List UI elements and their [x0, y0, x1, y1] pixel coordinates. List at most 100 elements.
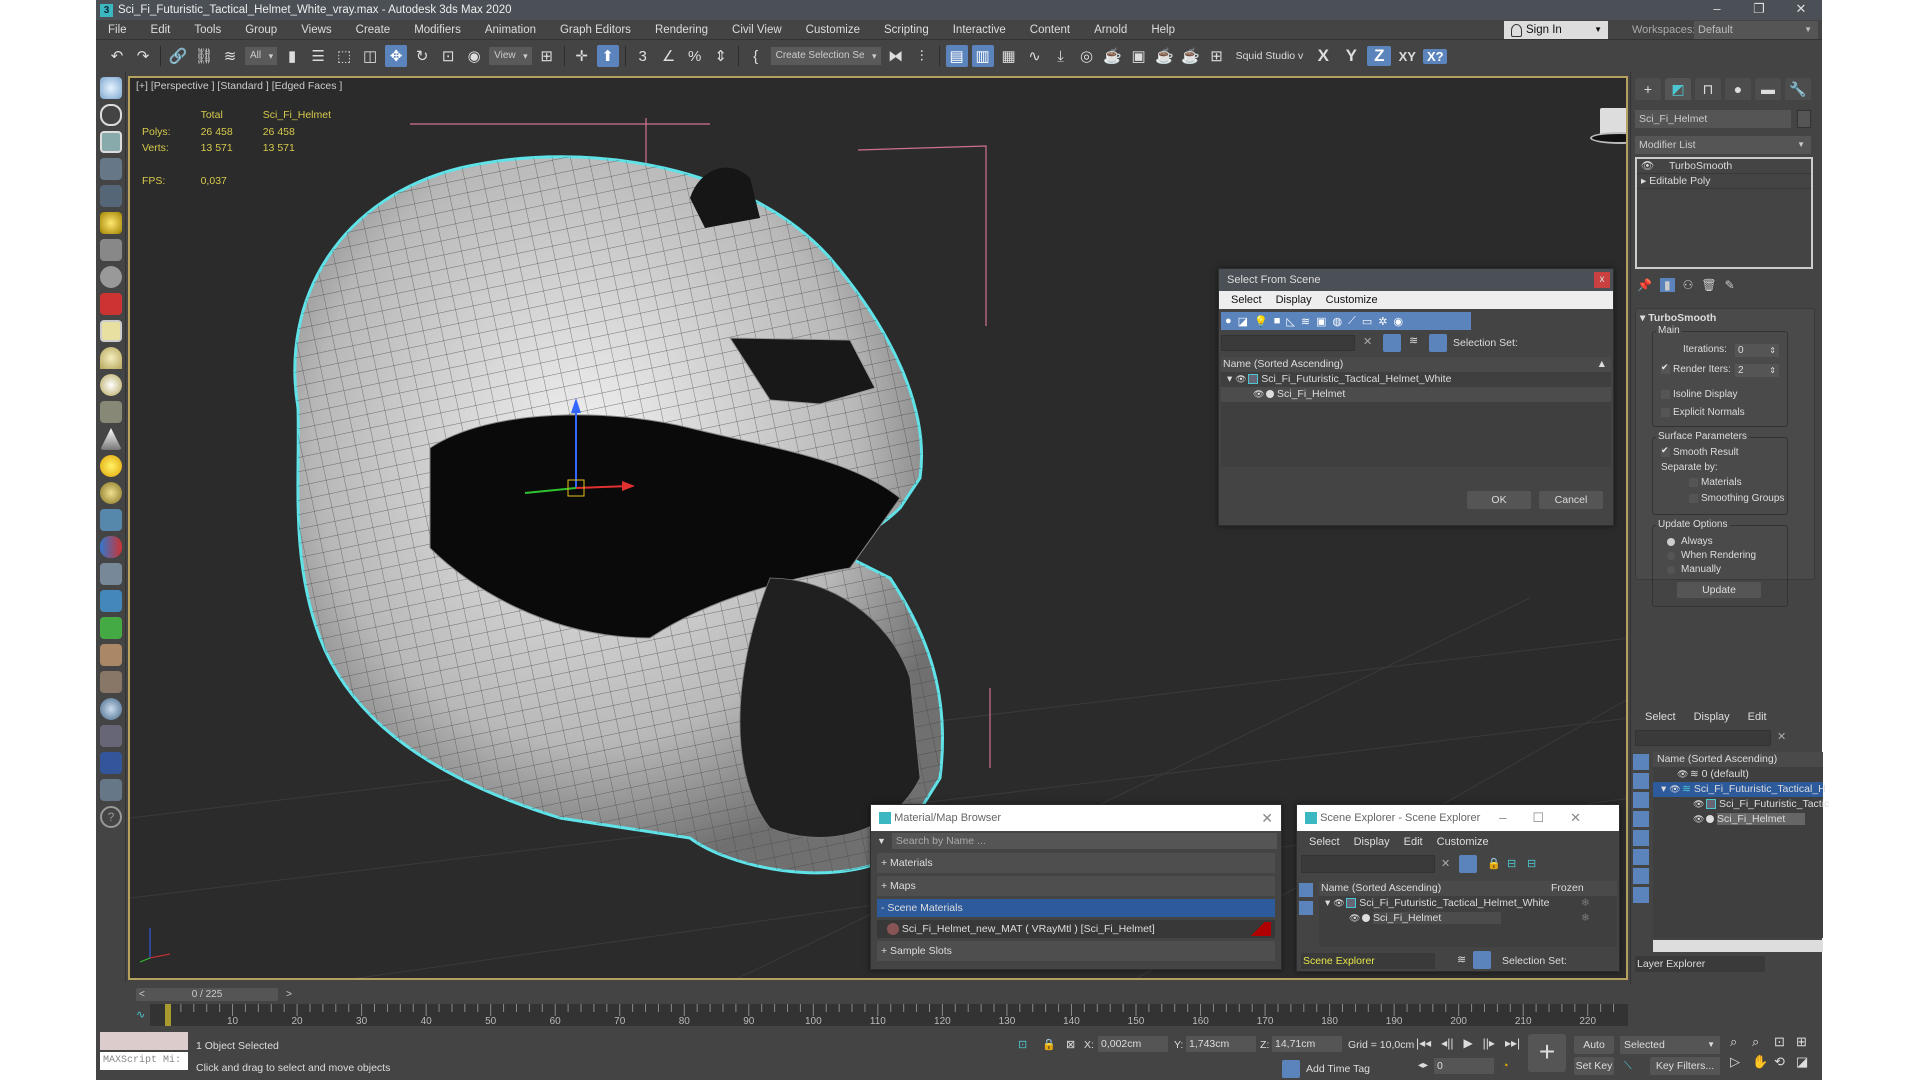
toggle-ribbon-icon[interactable]: ▦	[998, 45, 1020, 67]
select-by-name-icon[interactable]: ☰	[307, 45, 329, 67]
layer-explorer-toggle-icon[interactable]: ▥	[971, 45, 994, 67]
modifier-editable-poly[interactable]: ▸ Editable Poly	[1637, 174, 1811, 189]
hair-farm-icon[interactable]	[100, 644, 122, 666]
edit-named-selection-icon[interactable]: {	[745, 45, 767, 67]
field-of-view-icon[interactable]: ▷	[1730, 1054, 1750, 1070]
close-icon[interactable]: ✕	[1261, 805, 1273, 831]
filter-icon[interactable]	[1383, 334, 1401, 352]
bind-space-warp-icon[interactable]: ≋	[219, 45, 241, 67]
time-slider[interactable]: < 0 / 225 >	[136, 988, 292, 1001]
clear-search-icon[interactable]: ✕	[1777, 730, 1786, 743]
layer-row-object[interactable]: 👁 Sci_Fi_Helmet	[1653, 812, 1823, 827]
rendered-frame-window-icon[interactable]: ▣	[1128, 45, 1150, 67]
render-production-icon[interactable]: ☕	[1154, 45, 1176, 67]
menu-views[interactable]: Views	[289, 20, 343, 40]
angle-snap-icon[interactable]: ∠	[658, 45, 680, 67]
viewcube[interactable]	[1590, 108, 1626, 148]
layer-menu-edit[interactable]: Edit	[1748, 708, 1767, 726]
absolute-mode-icon[interactable]: ⊠	[1066, 1038, 1075, 1051]
zoom-extents-icon[interactable]: ⊡	[1774, 1034, 1794, 1050]
ornatrix-icon[interactable]	[100, 671, 122, 693]
ies-light-icon[interactable]	[100, 428, 122, 450]
menu-animation[interactable]: Animation	[473, 20, 548, 40]
track-bar[interactable]: 0102030405060708090100110120130140150160…	[150, 1004, 1628, 1026]
menu-select[interactable]: Select	[1309, 833, 1340, 851]
x-coordinate-field[interactable]: 0,002cm	[1098, 1036, 1168, 1052]
spacewarps-filter-icon[interactable]: ≋	[1301, 315, 1310, 328]
filter-geometry-icon[interactable]	[1633, 754, 1649, 770]
hierarchy-tab-icon[interactable]: ⊓	[1695, 78, 1721, 100]
render-activeshade-icon[interactable]: ☕	[1180, 45, 1202, 67]
go-to-end-icon[interactable]: ▸▸|	[1505, 1036, 1520, 1050]
materials-checkbox[interactable]	[1689, 478, 1698, 487]
viewcube-compass[interactable]	[1590, 132, 1626, 144]
link-icon[interactable]: 🔗	[167, 45, 189, 67]
scene-material-item[interactable]: Sci_Fi_Helmet_new_MAT ( VRayMtl ) [Sci_F…	[877, 920, 1275, 938]
filter-spacewarps-icon[interactable]	[1633, 849, 1649, 865]
menu-customize[interactable]: Customize	[1326, 291, 1378, 309]
select-and-rotate-icon[interactable]: ↻	[411, 45, 433, 67]
fur-icon[interactable]	[100, 590, 122, 612]
filter-xrefs-icon[interactable]	[1633, 887, 1649, 903]
menu-select[interactable]: Select	[1231, 291, 1262, 309]
redo-icon[interactable]: ↷	[132, 45, 154, 67]
collapse-all-icon[interactable]: ⊟	[1527, 857, 1536, 870]
explicit-normals-checkbox[interactable]	[1661, 408, 1670, 417]
set-keys-icon[interactable]: +	[1528, 1034, 1566, 1072]
axis-x-help-button[interactable]: X?	[1423, 48, 1448, 64]
select-object-icon[interactable]: ▮	[281, 45, 303, 67]
render-iters-checkbox[interactable]	[1661, 362, 1670, 374]
close-icon[interactable]: ✕	[1570, 810, 1607, 825]
layer-row-group[interactable]: 👁 Sci_Fi_Futuristic_Tactic	[1653, 797, 1829, 812]
filter-shapes-icon[interactable]	[1299, 901, 1313, 915]
help-icon[interactable]: ?	[100, 806, 122, 828]
display-tab-icon[interactable]: ▬	[1755, 78, 1781, 100]
eye-icon[interactable]: 👁	[1349, 911, 1360, 926]
schematic-view-icon[interactable]: ⤓	[1050, 45, 1072, 67]
proxy-icon[interactable]	[100, 536, 122, 558]
curve-editor-icon[interactable]: ∿	[1024, 45, 1046, 67]
auto-key-button[interactable]: Auto Key	[1574, 1036, 1614, 1069]
menu-file[interactable]: File	[96, 20, 139, 40]
tree-row-group[interactable]: ▾ 👁 Sci_Fi_Futuristic_Tactical_Helmet_Whi…	[1319, 896, 1617, 911]
selection-lock-icon[interactable]: 🔒	[1042, 1038, 1056, 1051]
zoom-extents-all-icon[interactable]: ⊞	[1796, 1034, 1816, 1050]
key-mode-dropdown[interactable]: Selected ▼	[1620, 1036, 1720, 1054]
material-editor-icon[interactable]: ◎	[1076, 45, 1098, 67]
plane-light-icon[interactable]	[100, 320, 122, 342]
current-frame-marker[interactable]	[165, 1004, 171, 1026]
minimize-icon[interactable]: –	[1499, 810, 1532, 825]
expand-arrow-icon[interactable]: ▸	[1641, 175, 1646, 187]
manipulate-icon[interactable]: ✛	[571, 45, 593, 67]
viewport-label[interactable]: [+] [Perspective ] [Standard ] [Edged Fa…	[136, 80, 342, 92]
object-name-field[interactable]: Sci_Fi_Helmet	[1635, 110, 1791, 128]
layer-column-header[interactable]: Name (Sorted Ascending)	[1653, 752, 1823, 767]
sign-in-button[interactable]: Sign In ▼	[1504, 21, 1608, 39]
next-frame-icon[interactable]: ||▸	[1483, 1036, 1495, 1050]
smooth-result-checkbox[interactable]	[1661, 445, 1670, 457]
dome-camera-icon[interactable]	[100, 266, 122, 288]
align-icon[interactable]: ⫶	[911, 45, 933, 67]
dome-light-icon[interactable]	[100, 347, 122, 369]
search-input[interactable]	[1221, 335, 1355, 351]
add-time-tag-button[interactable]: Add Time Tag	[1306, 1063, 1370, 1075]
hierarchy-icon[interactable]	[1473, 951, 1491, 969]
menu-customize[interactable]: Customize	[1437, 833, 1489, 851]
z-coordinate-field[interactable]: 14,71cm	[1272, 1036, 1342, 1052]
eye-icon[interactable]: 👁	[1677, 767, 1688, 782]
select-and-scale-icon[interactable]: ⊡	[437, 45, 459, 67]
light-icon[interactable]	[100, 212, 122, 234]
list-icon[interactable]	[100, 158, 122, 180]
update-button[interactable]: Update	[1677, 582, 1761, 598]
keyboard-shortcut-override-icon[interactable]: ⬆	[596, 45, 619, 67]
grass-icon[interactable]	[100, 617, 122, 639]
section-materials[interactable]: + Materials	[877, 853, 1275, 873]
default-tangents-icon[interactable]: ⟍	[1624, 1060, 1632, 1073]
explorer-name-dropdown[interactable]: Scene Explorer	[1301, 953, 1435, 969]
layer-menu-display[interactable]: Display	[1694, 708, 1730, 726]
expand-all-icon[interactable]: ⊟	[1507, 857, 1516, 870]
search-by-name-input[interactable]: Search by Name ...	[891, 833, 1277, 849]
rectangular-selection-icon[interactable]: ⬚	[333, 45, 355, 67]
rollout-title[interactable]: ▾ TurboSmooth	[1640, 312, 1716, 324]
motion-tab-icon[interactable]: ●	[1725, 78, 1751, 100]
